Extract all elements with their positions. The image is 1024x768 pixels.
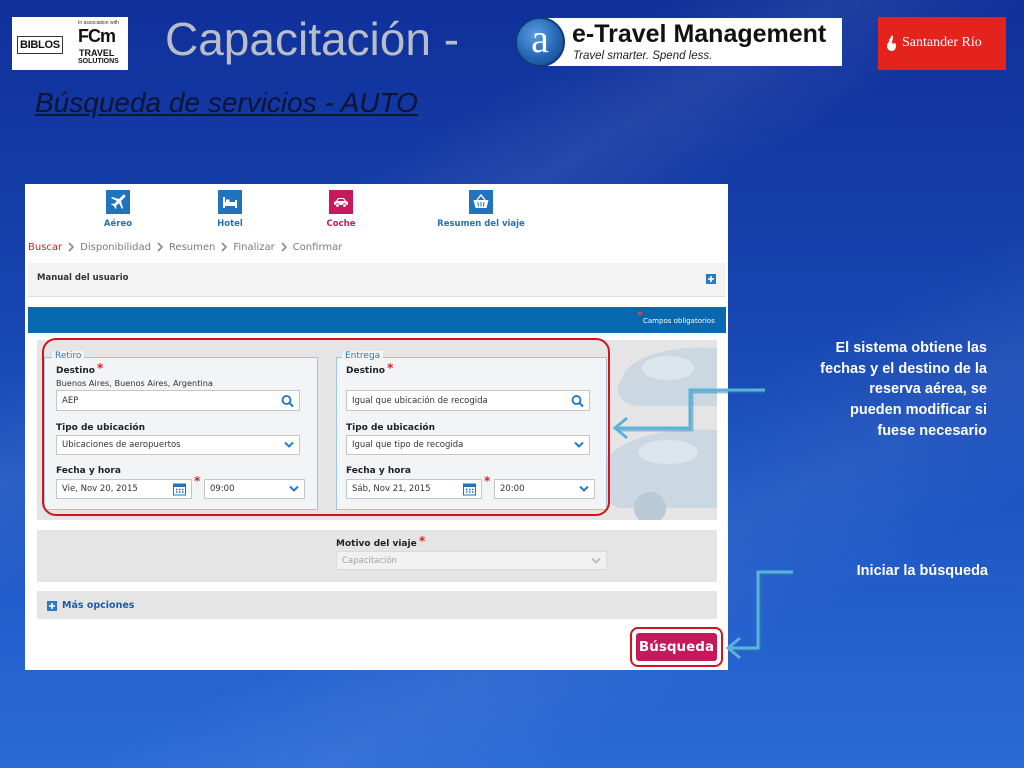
nav-hotel[interactable]: Hotel (190, 188, 270, 232)
car-icon (329, 190, 353, 214)
breadcrumb-item-confirmar: Confirmar (292, 241, 343, 253)
slide-title: Capacitación - (165, 13, 460, 65)
annotation-line: fechas y el destino de la (820, 360, 987, 377)
breadcrumb-item-buscar[interactable]: Buscar (28, 242, 62, 253)
annotation-line: fuese necesario (877, 422, 987, 439)
fields-highlight-outline (42, 338, 610, 516)
breadcrumb-separator-icon (221, 242, 228, 252)
search-annotation: Iniciar la búsqueda (856, 563, 988, 579)
bank-logo-name: Santander Río (902, 35, 982, 50)
required-marker: * (637, 309, 643, 322)
fcm-line1: TRAVEL (79, 48, 115, 58)
etravel-logo-name: e-Travel Management (572, 20, 827, 48)
slide-subtitle: Búsqueda de servicios - AUTO (35, 87, 418, 118)
etravel-logo-mark: a (515, 17, 565, 67)
search-button[interactable]: Búsqueda (636, 633, 717, 661)
chevron-down-icon (591, 557, 601, 564)
breadcrumb-separator-icon (281, 242, 287, 252)
nav-label: Aéreo (103, 219, 133, 229)
search-annotation-arrow (729, 570, 793, 650)
more-options-label[interactable]: Más opciones (62, 600, 134, 611)
nav-label: Hotel (217, 219, 243, 229)
car-illustration (601, 347, 717, 520)
biblos-logo-text: BIBLOS (17, 36, 63, 54)
required-fields-bar: * Campos obligatorios (28, 307, 726, 333)
etravel-mark-letter: a (531, 16, 549, 61)
nav-label: Coche (326, 219, 356, 229)
annotation-line: reserva aérea, se (869, 381, 987, 398)
etravel-logo-tagline: Travel smarter. Spend less. (573, 50, 713, 62)
breadcrumb-separator-icon (68, 242, 75, 252)
nav-coche[interactable]: Coche (301, 188, 381, 232)
breadcrumb-item-disponibilidad: Disponibilidad (80, 241, 151, 253)
required-marker: * (419, 534, 426, 548)
trip-reason-value: Capacitación (342, 555, 397, 566)
plus-icon[interactable] (706, 274, 716, 284)
fields-annotation: El sistema obtiene las fechas y el desti… (820, 338, 987, 442)
fcm-line2: SOLUTIONS (78, 58, 119, 65)
basket-icon (469, 190, 493, 214)
breadcrumb-separator-icon (157, 242, 164, 252)
fcm-logo-text: FCm (78, 26, 116, 46)
breadcrumb-item-finalizar: Finalizar (233, 241, 275, 253)
annotation-line: pueden modificar si (850, 402, 987, 419)
bank-logo: Santander Río (878, 17, 1006, 70)
breadcrumb-item-resumen: Resumen (168, 241, 216, 253)
nav-resumen-del-viaje[interactable]: Resumen del viaje (421, 188, 541, 232)
bed-icon (218, 190, 242, 214)
flame-icon (887, 35, 896, 51)
trip-reason-label: Motivo del viaje (336, 539, 417, 549)
trip-reason-select[interactable]: Capacitación (336, 551, 607, 570)
more-options-section[interactable] (37, 591, 717, 619)
nav-aereo[interactable]: Aéreo (78, 188, 158, 232)
user-manual-section[interactable]: Manual del usuario (28, 263, 726, 297)
annotation-line: El sistema obtiene las (835, 340, 987, 356)
nav-label: Resumen del viaje (437, 219, 525, 229)
partner-logo: BIBLOS In association with FCm TRAVEL SO… (12, 17, 128, 70)
plane-icon (106, 190, 130, 214)
user-manual-label: Manual del usuario (37, 273, 129, 283)
required-fields-note: Campos obligatorios (643, 317, 715, 325)
plus-icon[interactable] (47, 601, 57, 611)
search-annotation-arrowhead (725, 636, 741, 660)
breadcrumb: Buscar Disponibilidad Resumen Finalizar … (28, 240, 342, 254)
